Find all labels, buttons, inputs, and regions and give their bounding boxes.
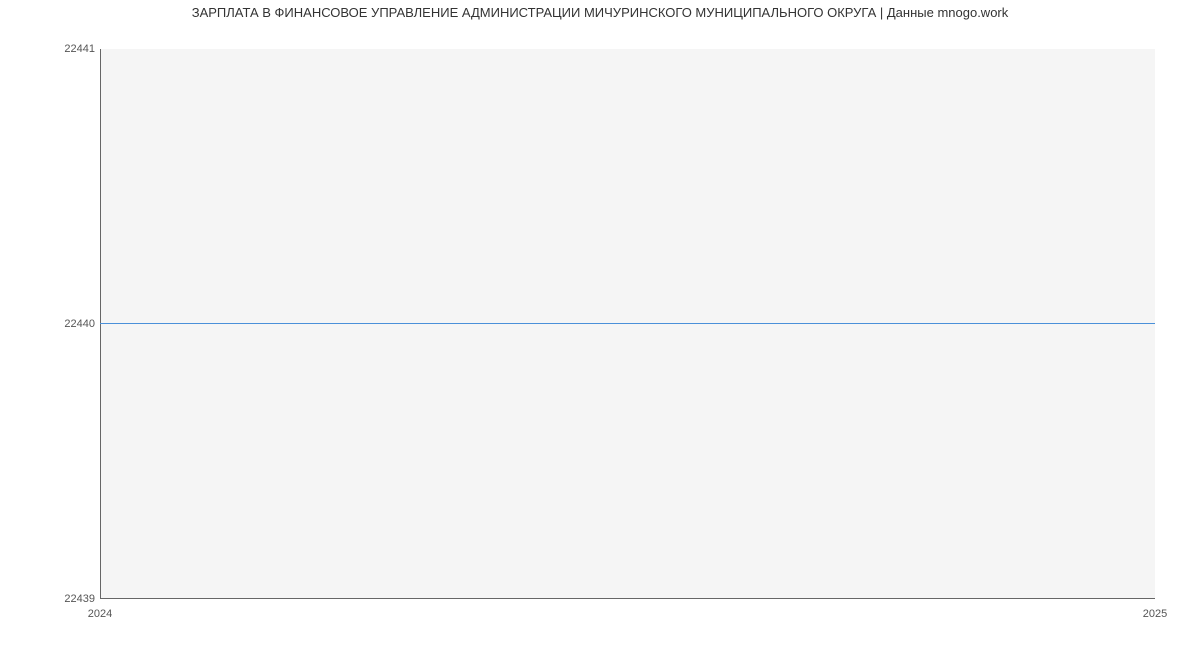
x-tick-label: 2025 [1143,608,1167,620]
y-tick-label: 22439 [64,593,95,605]
chart-line-series [100,323,1155,324]
y-tick-label: 22440 [64,318,95,330]
y-tick-label: 22441 [64,43,95,55]
chart-title: ЗАРПЛАТА В ФИНАНСОВОЕ УПРАВЛЕНИЕ АДМИНИС… [0,5,1200,20]
plot-area [100,49,1155,599]
x-tick-label: 2024 [88,608,112,620]
